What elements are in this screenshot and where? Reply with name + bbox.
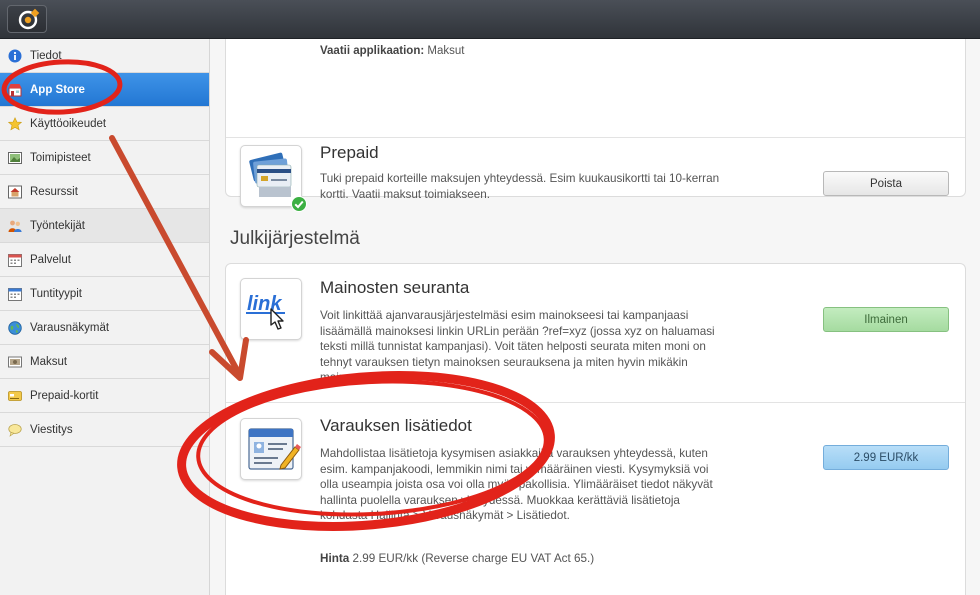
sidebar-item-label: Varausnäkymät: [30, 321, 110, 334]
sidebar-item-label: Käyttöoikeudet: [30, 117, 107, 130]
sidebar-item-label: Viestitys: [30, 423, 73, 436]
app-description: Mahdollistaa lisätietoja kysymisen asiak…: [320, 447, 713, 522]
card-icon: [8, 391, 22, 401]
list-item: Prepaid Tuki prepaid korteille maksujen …: [226, 138, 965, 212]
price-label: Hinta: [320, 552, 350, 565]
app-title: Prepaid: [320, 143, 379, 162]
app-logo-button[interactable]: [7, 5, 47, 33]
app-title: Mainosten seuranta: [320, 278, 470, 297]
form-edit-icon: [248, 428, 301, 470]
remove-button[interactable]: Poista: [823, 171, 949, 196]
store-icon: [8, 84, 22, 97]
check-icon: [291, 196, 307, 212]
calendar-icon: [8, 288, 22, 301]
list-item: link Mainosten seuranta Voit linkittää a…: [226, 264, 965, 403]
requires-line: Vaatii applikaation: Maksut: [320, 45, 464, 57]
app-title: Varauksen lisätiedot: [320, 416, 472, 435]
sidebar-item-tyontekijat[interactable]: Työntekijät: [0, 209, 209, 243]
list-item: Vaatii applikaation: Maksut: [226, 39, 965, 138]
sidebar-item-tiedot[interactable]: Tiedot: [0, 39, 209, 73]
sidebar-item-label: Palvelut: [30, 253, 71, 266]
app-description: Voit linkittää ajanvarausjärjestelmäsi e…: [320, 309, 715, 384]
section-heading: Julkijärjestelmä: [230, 228, 360, 249]
app-icon-ad-tracking: link: [240, 278, 302, 340]
sidebar-item-label: Resurssit: [30, 185, 78, 198]
sidebar-item-label: Toimipisteet: [30, 151, 91, 164]
app-card-public-system: link Mainosten seuranta Voit linkittää a…: [225, 263, 966, 595]
app-card-installed: Vaatii applikaation: Maksut Prepaid Tuki…: [225, 39, 966, 212]
sidebar-item-label: Prepaid-kortit: [30, 389, 99, 402]
sidebar: Tiedot App Store Käyttöoikeudet Toimipis…: [0, 39, 210, 595]
sidebar-item-palvelut[interactable]: Palvelut: [0, 243, 209, 277]
sidebar-item-label: Maksut: [30, 355, 68, 368]
people-icon: [8, 220, 22, 232]
top-bar: [0, 0, 980, 39]
star-icon: [8, 117, 22, 131]
sidebar-item-label: Tiedot: [30, 49, 62, 62]
sidebar-item-varausnakymat[interactable]: Varausnäkymät: [0, 311, 209, 345]
requires-label: Vaatii applikaation:: [320, 45, 425, 57]
app-icon-prepaid: [240, 145, 307, 212]
cash-icon: [8, 356, 22, 368]
globe-icon: [8, 321, 22, 335]
requires-value: Maksut: [427, 45, 465, 57]
buy-button[interactable]: 2.99 EUR/kk: [823, 445, 949, 470]
info-icon: [8, 49, 22, 63]
sidebar-item-app-store[interactable]: App Store: [0, 73, 209, 107]
sidebar-item-resurssit[interactable]: Resurssit: [0, 175, 209, 209]
link-icon-text: link: [247, 293, 282, 315]
app-logo-icon: [18, 8, 40, 30]
app-icon-booking-details: [240, 418, 302, 480]
chat-icon: [8, 424, 22, 437]
app-description: Tuki prepaid korteille maksujen yhteydes…: [320, 172, 720, 201]
sidebar-item-label: App Store: [30, 83, 85, 96]
sidebar-item-kayttooikeudet[interactable]: Käyttöoikeudet: [0, 107, 209, 141]
sidebar-item-tuntityypit[interactable]: Tuntityypit: [0, 277, 209, 311]
list-item: Varauksen lisätiedot Mahdollistaa lisäti…: [226, 403, 965, 595]
sidebar-item-label: Työntekijät: [30, 219, 85, 232]
calendar-icon: [8, 254, 22, 267]
price-value: 2.99 EUR/kk (Reverse charge EU VAT Act 6…: [352, 552, 595, 565]
image-icon: [8, 152, 22, 164]
sidebar-item-prepaid-kortit[interactable]: Prepaid-kortit: [0, 379, 209, 413]
link-icon: link: [246, 293, 285, 330]
sidebar-item-label: Tuntityypit: [30, 287, 82, 300]
sidebar-item-maksut[interactable]: Maksut: [0, 345, 209, 379]
house-icon: [8, 185, 22, 199]
sidebar-item-viestitys[interactable]: Viestitys: [0, 413, 209, 447]
free-button[interactable]: Ilmainen: [823, 307, 949, 332]
sidebar-item-toimipisteet[interactable]: Toimipisteet: [0, 141, 209, 175]
main-content: Vaatii applikaation: Maksut Prepaid Tuki…: [210, 39, 980, 595]
price-line: Hinta 2.99 EUR/kk (Reverse charge EU VAT…: [320, 552, 594, 565]
